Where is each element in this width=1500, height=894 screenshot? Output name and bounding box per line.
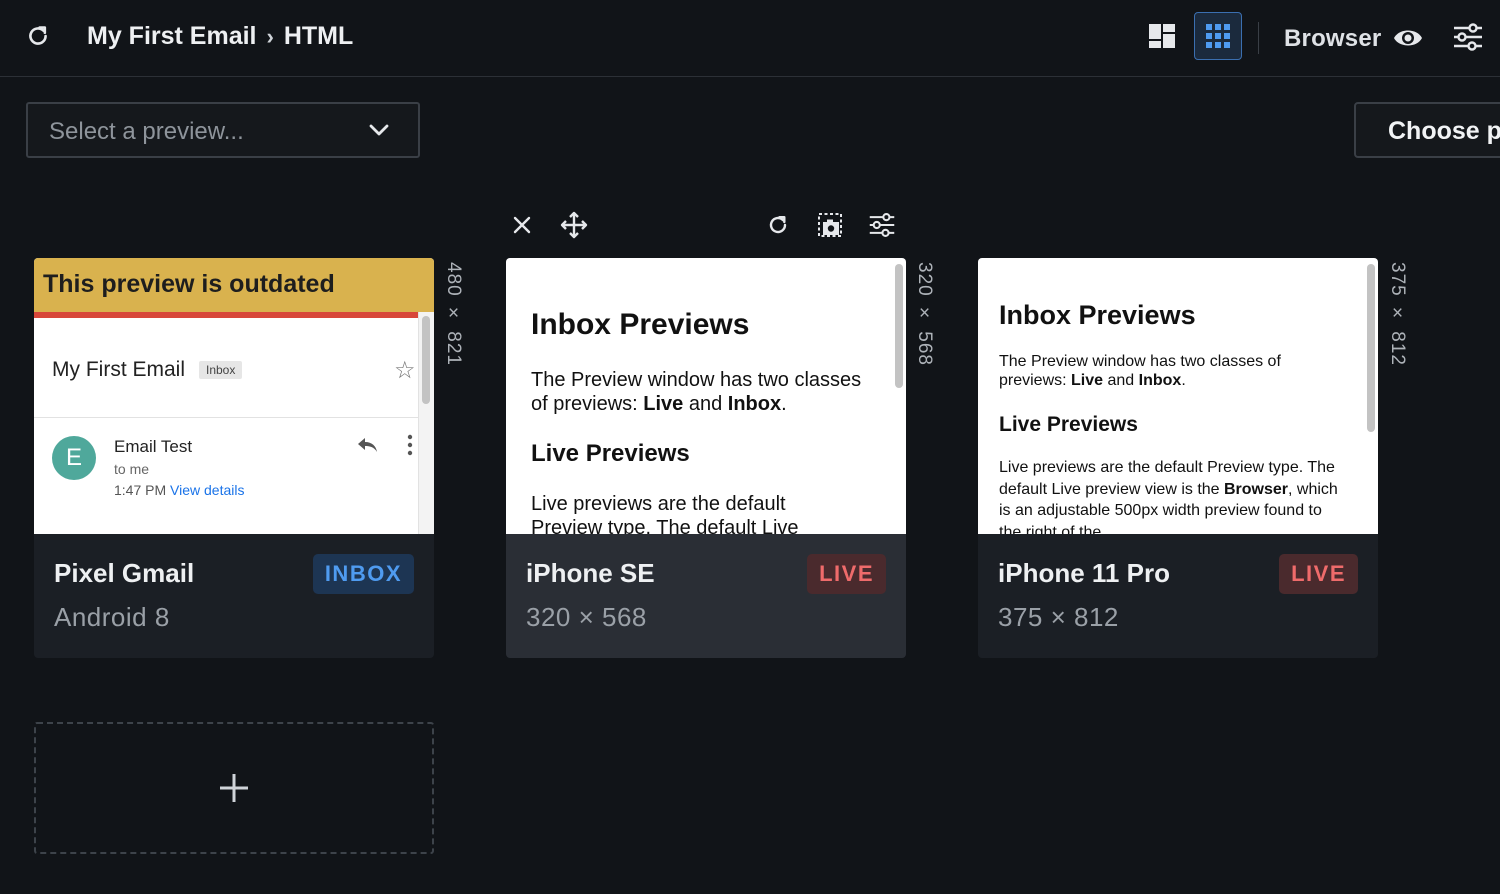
email-subheading: Live Previews (999, 413, 1138, 436)
email-body: Live previews are the default Preview ty… (531, 493, 799, 534)
dashboard-layout-button[interactable] (1138, 12, 1186, 60)
refresh-icon (769, 216, 787, 234)
device-name: iPhone SE (526, 558, 655, 588)
view-details-link: View details (170, 482, 245, 498)
add-preview-button[interactable] (34, 722, 434, 854)
email-time-row: 1:47 PM View details (114, 482, 244, 498)
refresh-button[interactable] (24, 22, 52, 50)
more-vertical-icon (407, 434, 413, 456)
sliders-icon[interactable] (1452, 21, 1484, 53)
email-intro: The Preview window has two classes of pr… (999, 353, 1281, 390)
close-preview-button[interactable] (505, 208, 539, 242)
reload-preview-button[interactable] (761, 208, 795, 242)
avatar: E (52, 436, 96, 480)
breadcrumb-html[interactable]: HTML (284, 22, 353, 51)
email-body: Live previews are the default Preview ty… (999, 459, 1338, 534)
chevron-down-icon (369, 124, 389, 136)
move-icon (560, 211, 588, 239)
status-badge: INBOX (312, 554, 414, 594)
email-heading: Inbox Previews (999, 300, 1196, 330)
reply-icon (358, 438, 377, 452)
gmail-divider (34, 417, 422, 418)
choose-previews-label: Choose p (1388, 117, 1500, 145)
live-screen: Inbox Previews The Preview window has tw… (978, 258, 1378, 534)
scrollbar-thumb[interactable] (1367, 264, 1375, 432)
email-time: 1:47 PM (114, 482, 167, 498)
sender-name: Email Test (114, 437, 193, 456)
refresh-icon (29, 26, 47, 45)
scrollbar-thumb[interactable] (422, 316, 430, 404)
preview-settings-button[interactable] (865, 208, 899, 242)
preview-card-iphone-se[interactable]: Inbox Previews The Preview window has tw… (506, 258, 906, 658)
live-screen: Inbox Previews The Preview window has tw… (506, 258, 906, 534)
dashboard-layout-icon (1149, 24, 1175, 48)
preview-card-pixel-gmail[interactable]: This preview is outdated My First Email … (34, 258, 434, 658)
status-badge: LIVE (1279, 554, 1358, 594)
view-mode-label[interactable]: Browser (1284, 25, 1381, 53)
screenshot-icon (818, 213, 842, 237)
plus-icon (220, 774, 248, 802)
device-name: iPhone 11 Pro (998, 558, 1170, 588)
device-name: Pixel Gmail (54, 558, 195, 588)
move-preview-handle[interactable] (557, 208, 591, 242)
grid-layout-button[interactable] (1194, 12, 1242, 60)
close-icon (513, 216, 531, 234)
card-footer: iPhone SE LIVE 320 × 568 (506, 534, 906, 658)
breadcrumb-separator: › (266, 23, 274, 49)
status-badge: LIVE (807, 554, 886, 594)
outdated-banner-text: This preview is outdated (43, 270, 335, 298)
email-subheading: Live Previews (531, 440, 690, 467)
grid-layout-icon (1206, 24, 1230, 48)
breadcrumb-email[interactable]: My First Email (87, 22, 257, 51)
email-intro: The Preview window has two classes of pr… (531, 369, 862, 415)
dimension-label: 480 × 821 (443, 262, 464, 366)
preview-select-placeholder: Select a preview... (49, 118, 244, 145)
preview-card-iphone-11-pro[interactable]: Inbox Previews The Preview window has tw… (978, 258, 1378, 658)
device-subtitle: 375 × 812 (998, 602, 1119, 632)
eye-icon[interactable] (1393, 25, 1423, 51)
dimension-label: 375 × 812 (1387, 262, 1408, 366)
preview-select[interactable]: Select a preview... (26, 102, 420, 158)
choose-previews-button[interactable]: Choose p (1354, 102, 1500, 158)
dimension-label: 320 × 568 (914, 262, 935, 366)
device-subtitle: 320 × 568 (526, 602, 647, 632)
toolbar-divider (1258, 22, 1259, 54)
sliders-icon (869, 213, 895, 237)
card-footer: Pixel Gmail INBOX Android 8 (34, 534, 434, 658)
gmail-top-accent (34, 312, 424, 318)
outdated-banner: This preview is outdated (34, 258, 434, 312)
recipient-text: to me (114, 461, 150, 477)
email-heading: Inbox Previews (531, 308, 750, 341)
gmail-screen: This preview is outdated My First Email … (34, 258, 434, 534)
device-subtitle: Android 8 (54, 602, 170, 632)
email-subject: My First Email (52, 358, 185, 381)
screenshot-button[interactable] (813, 208, 847, 242)
scrollbar-thumb[interactable] (895, 264, 903, 388)
breadcrumb: My First Email › HTML (87, 22, 353, 51)
top-bar: My First Email › HTML Browser (0, 0, 1500, 77)
star-icon: ☆ (394, 357, 416, 384)
inbox-tag: Inbox (199, 361, 243, 379)
card-footer: iPhone 11 Pro LIVE 375 × 812 (978, 534, 1378, 658)
